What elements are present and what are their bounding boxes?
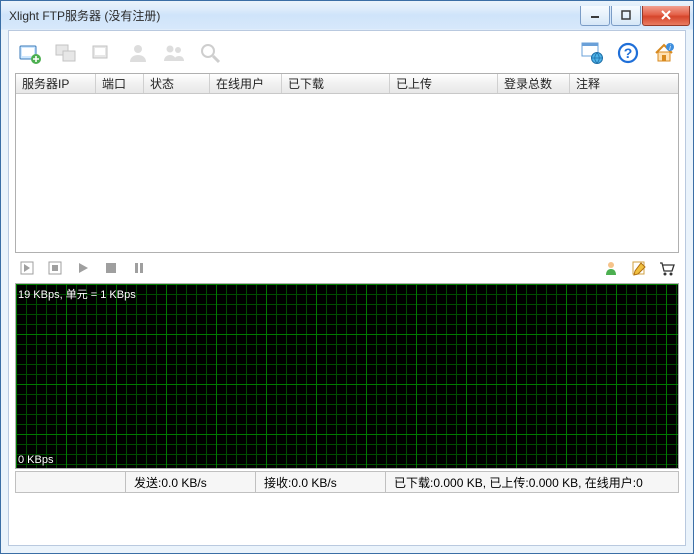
users-button[interactable] [161, 40, 187, 66]
col-server-ip[interactable]: 服务器IP [16, 74, 96, 93]
maximize-button[interactable] [611, 6, 641, 26]
window-title: Xlight FTP服务器 (没有注册) [9, 7, 580, 24]
col-online-users[interactable]: 在线用户 [210, 74, 282, 93]
close-button[interactable] [642, 6, 690, 26]
minimize-button[interactable] [580, 6, 610, 26]
col-comment[interactable]: 注释 [570, 74, 678, 93]
col-port[interactable]: 端口 [96, 74, 144, 93]
server-table: 服务器IP 端口 状态 在线用户 已下载 已上传 登录总数 注释 [15, 73, 679, 253]
stop-frame-button[interactable] [45, 259, 65, 277]
globe-button[interactable] [579, 40, 605, 66]
server-group-button[interactable] [53, 40, 79, 66]
col-status[interactable]: 状态 [144, 74, 210, 93]
status-summary: 已下载:0.000 KB, 已上传:0.000 KB, 在线用户:0 [386, 472, 678, 492]
chart-y-top-label: 19 KBps, 单元 = 1 KBps [18, 286, 136, 302]
status-recv: 接收:0.0 KB/s [256, 472, 386, 492]
status-empty [16, 472, 126, 492]
status-send: 发送:0.0 KB/s [126, 472, 256, 492]
step-forward-button[interactable] [17, 259, 37, 277]
col-login-count[interactable]: 登录总数 [498, 74, 570, 93]
stop-button[interactable] [101, 259, 121, 277]
col-downloaded[interactable]: 已下载 [282, 74, 390, 93]
table-header: 服务器IP 端口 状态 在线用户 已下载 已上传 登录总数 注释 [16, 74, 678, 94]
new-server-button[interactable] [17, 40, 43, 66]
bandwidth-chart: 19 KBps, 单元 = 1 KBps 0 KBps [15, 283, 679, 469]
user-status-button[interactable] [601, 259, 621, 277]
svg-text:?: ? [624, 45, 633, 61]
window: Xlight FTP服务器 (没有注册) [0, 0, 694, 554]
edit-button[interactable] [629, 259, 649, 277]
help-button[interactable]: ? [615, 40, 641, 66]
col-uploaded[interactable]: 已上传 [390, 74, 498, 93]
chart-y-bottom-label: 0 KBps [18, 454, 53, 466]
cart-button[interactable] [657, 259, 677, 277]
play-button[interactable] [73, 259, 93, 277]
search-button[interactable] [197, 40, 223, 66]
server-settings-button[interactable] [89, 40, 115, 66]
main-toolbar: ? i [15, 37, 679, 73]
status-bar: 发送:0.0 KB/s 接收:0.0 KB/s 已下载:0.000 KB, 已上… [15, 471, 679, 493]
playback-bar [15, 253, 679, 283]
window-controls [580, 6, 691, 26]
home-button[interactable]: i [651, 40, 677, 66]
pause-button[interactable] [129, 259, 149, 277]
user-button[interactable] [125, 40, 151, 66]
content: ? i 服务器IP 端口 状态 在线用户 已下载 已上 [8, 30, 686, 546]
titlebar: Xlight FTP服务器 (没有注册) [1, 1, 693, 30]
